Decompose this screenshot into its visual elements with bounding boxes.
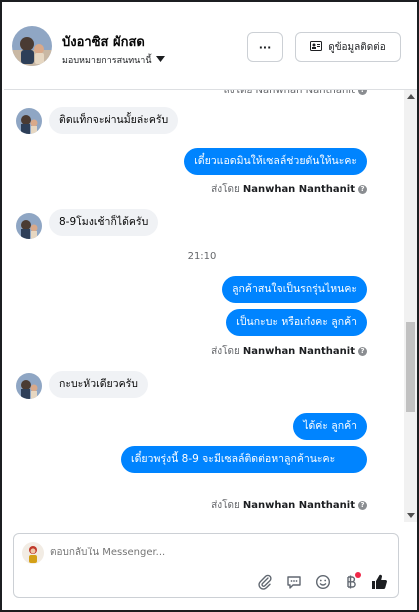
contact-name: บังอาซิส ผักสด: [62, 35, 145, 50]
outgoing-message[interactable]: ได้ค่ะ ลูกค้า: [293, 413, 367, 440]
conversation-header: บังอาซิส ผักสด มอบหมายการสนทนานี้ ··· ดู…: [4, 4, 417, 90]
assign-conversation-dropdown[interactable]: มอบหมายการสนทนานี้: [62, 53, 165, 67]
sent-by-line: ส่งโดย Nanwhan Nanthanit ?: [224, 90, 367, 98]
info-icon[interactable]: ?: [358, 185, 367, 194]
outgoing-message[interactable]: เดี๋ยวแอดมินให้เซลล์ช่วยดันให้นะคะ: [184, 148, 367, 175]
baht-payment-icon[interactable]: [341, 572, 361, 592]
contact-avatar-small[interactable]: [16, 373, 42, 399]
view-contact-label: ดูข้อมูลติดต่อ: [328, 41, 386, 53]
info-icon[interactable]: ?: [358, 90, 367, 95]
messenger-window: บังอาซิส ผักสด มอบหมายการสนทนานี้ ··· ดู…: [0, 0, 419, 612]
contact-avatar-small[interactable]: [16, 108, 42, 134]
incoming-message[interactable]: ติดแท็กจะผ่านมั้ยล่ะครับ: [49, 107, 179, 134]
saved-replies-icon[interactable]: [284, 572, 304, 592]
more-icon: ···: [258, 40, 272, 54]
outgoing-message[interactable]: ลูกค้าสนใจเป็นรถรุ่นไหนคะ: [222, 276, 367, 303]
sent-by-line: ส่งโดย Nanwhan Nanthanit ?: [211, 498, 367, 513]
view-contact-button[interactable]: ดูข้อมูลติดต่อ: [295, 32, 401, 62]
assign-label: มอบหมายการสนทนานี้: [62, 56, 152, 66]
scroll-thumb[interactable]: [406, 322, 415, 412]
reply-input[interactable]: [50, 547, 250, 558]
sent-by-line: ส่งโดย Nanwhan Nanthanit ?: [211, 344, 367, 359]
attach-icon[interactable]: [255, 572, 275, 592]
contact-avatar[interactable]: [12, 26, 52, 66]
scroll-up-icon[interactable]: [407, 94, 415, 99]
outgoing-message[interactable]: เดี๋ยวพรุ่งนี้ 8-9 จะมีเซลล์ติดต่อหาลูกค…: [121, 446, 367, 473]
more-options-button[interactable]: ···: [247, 32, 283, 62]
chevron-down-icon: [155, 55, 165, 65]
reply-composer: [13, 533, 399, 598]
info-icon[interactable]: ?: [358, 347, 367, 356]
sent-by-line: ส่งโดย Nanwhan Nanthanit ?: [211, 182, 367, 197]
contact-card-icon: [310, 40, 323, 54]
contact-avatar-small[interactable]: [16, 213, 42, 239]
incoming-message[interactable]: กะบะหัวเดียวครับ: [49, 371, 148, 398]
outgoing-message[interactable]: เป็นกะบะ หรือเก๋งคะ ลูกค้า: [226, 309, 367, 336]
incoming-message[interactable]: 8-9โมงเช้าก็ได้ครับ: [49, 209, 159, 236]
timestamp: 21:10: [187, 251, 217, 262]
notification-dot: [355, 572, 361, 578]
emoji-icon[interactable]: [313, 572, 333, 592]
page-avatar: [22, 542, 44, 564]
message-thread[interactable]: ส่งโดย Nanwhan Nanthanit ? ติดแท็กจะผ่าน…: [4, 90, 417, 522]
scroll-down-icon[interactable]: [407, 513, 415, 518]
like-icon[interactable]: [369, 572, 389, 592]
scrollbar[interactable]: [404, 90, 417, 522]
info-icon[interactable]: ?: [358, 501, 367, 510]
